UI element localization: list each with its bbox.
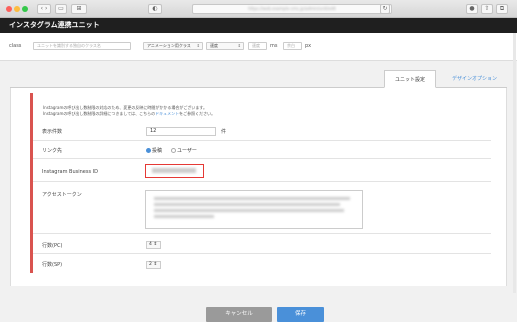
- extension-icon[interactable]: ●: [466, 4, 478, 14]
- tab-overview-icon[interactable]: ⊞: [71, 4, 87, 14]
- count-input[interactable]: 12: [146, 127, 216, 136]
- class-label: class: [9, 43, 22, 49]
- business-id-label: Instagram Business ID: [42, 169, 98, 175]
- tab-unit-settings[interactable]: ユニット設定: [384, 70, 436, 88]
- animation-select[interactable]: アニメーション用クラス ⇕: [143, 42, 203, 50]
- rows-pc-select[interactable]: 4 ⇕: [146, 241, 161, 249]
- link-opt1-label: 投稿: [152, 148, 163, 154]
- notice-line-2-prefix: Instagramの呼び出し数制限の詳細につきましては、こちらの: [43, 111, 156, 116]
- rows-sp-arrow-icon: ⇕: [153, 262, 158, 267]
- rows-sp-label: 行数(SP): [42, 262, 63, 268]
- required-fields-group: Instagramの呼び出し数制限の対応のため、変更の反映に時間がかかる場合がご…: [30, 93, 492, 273]
- privacy-icon[interactable]: ◐: [148, 4, 162, 14]
- notice-line-2: Instagramの呼び出し数制限の詳細につきましては、こちらのドキュメントをご…: [43, 111, 215, 117]
- count-row: 表示件数 12 件: [33, 121, 491, 141]
- link-label: リンク先: [42, 148, 63, 154]
- token-label: アクセストークン: [42, 192, 82, 198]
- speed-select-value: 速度: [210, 43, 218, 48]
- page-title: インスタグラム連携ユニット: [0, 18, 517, 33]
- token-textarea[interactable]: [145, 190, 363, 229]
- reload-icon[interactable]: ↻: [380, 4, 390, 14]
- back-forward-icon[interactable]: ‹ ›: [37, 4, 51, 14]
- rows-pc-value: 4: [149, 242, 152, 247]
- class-input[interactable]: ユニットを識別する独自のクラス名: [33, 42, 131, 50]
- rows-pc-row: 行数(PC) 4 ⇕: [33, 234, 491, 254]
- address-text: https://web.example-cms.jp/admin/unit/ed…: [248, 6, 336, 11]
- token-line-1: [154, 197, 350, 200]
- rows-sp-value: 2: [149, 262, 152, 267]
- business-id-value-redacted: [152, 168, 196, 173]
- animation-select-arrow-icon: ⇕: [196, 43, 200, 48]
- token-line-4: [154, 215, 214, 218]
- settings-tabs: ユニット設定 デザインオプション: [10, 70, 507, 88]
- share-icon[interactable]: ⇧: [481, 4, 493, 14]
- maximize-window-icon[interactable]: [22, 6, 28, 12]
- notice-line-2-suffix: をご参照ください。: [179, 111, 216, 116]
- count-label: 表示件数: [42, 129, 63, 135]
- documentation-link[interactable]: ドキュメント: [155, 111, 179, 116]
- rows-sp-row: 行数(SP) 2 ⇕: [33, 254, 491, 273]
- minimize-window-icon[interactable]: [14, 6, 20, 12]
- px-unit: px: [305, 43, 312, 49]
- settings-panel: Instagramの呼び出し数制限の対応のため、変更の反映に時間がかかる場合がご…: [10, 88, 507, 286]
- link-opt2-label: ユーザー: [177, 148, 197, 154]
- new-tab-icon[interactable]: ⧉: [496, 4, 508, 14]
- rows-sp-select[interactable]: 2 ⇕: [146, 261, 161, 269]
- speed-select[interactable]: 速度 ⇕: [206, 42, 244, 50]
- speed-select-arrow-icon: ⇕: [237, 43, 241, 48]
- business-id-input[interactable]: [145, 164, 204, 178]
- px-input[interactable]: 余白: [283, 42, 302, 50]
- tab-design-options[interactable]: デザインオプション: [442, 70, 507, 88]
- browser-chrome: ‹ › ▭ ⊞ ◐ https://web.example-cms.jp/adm…: [0, 0, 517, 18]
- link-row: リンク先 投稿 ユーザー: [33, 141, 491, 159]
- count-unit: 件: [221, 129, 227, 135]
- sidebar-icon[interactable]: ▭: [55, 4, 67, 14]
- browser-window: ‹ › ▭ ⊞ ◐ https://web.example-cms.jp/adm…: [0, 0, 517, 322]
- token-line-3: [154, 209, 344, 212]
- radio-unchecked-icon: [171, 148, 176, 153]
- link-radio-post[interactable]: 投稿: [146, 147, 162, 154]
- rows-pc-label: 行数(PC): [42, 243, 63, 249]
- cancel-button[interactable]: キャンセル: [206, 307, 272, 322]
- unit-toolbar: class ユニットを識別する独自のクラス名 アニメーション用クラス ⇕ 速度 ⇕ …: [0, 33, 517, 61]
- business-id-row: Instagram Business ID: [33, 159, 491, 182]
- animation-select-value: アニメーション用クラス: [147, 43, 191, 48]
- ms-input[interactable]: 速度: [248, 42, 267, 50]
- link-radio-user[interactable]: ユーザー: [171, 147, 197, 154]
- rate-limit-notice: Instagramの呼び出し数制限の対応のため、変更の反映に時間がかかる場合がご…: [43, 105, 215, 117]
- close-window-icon[interactable]: [6, 6, 12, 12]
- page-scrollbar[interactable]: [513, 33, 516, 293]
- ms-unit: ms: [270, 43, 278, 49]
- rows-pc-arrow-icon: ⇕: [153, 242, 158, 247]
- token-line-2: [154, 203, 340, 206]
- address-bar[interactable]: https://web.example-cms.jp/admin/unit/ed…: [192, 4, 392, 14]
- radio-checked-icon: [146, 148, 151, 153]
- save-button[interactable]: 保存: [277, 307, 324, 322]
